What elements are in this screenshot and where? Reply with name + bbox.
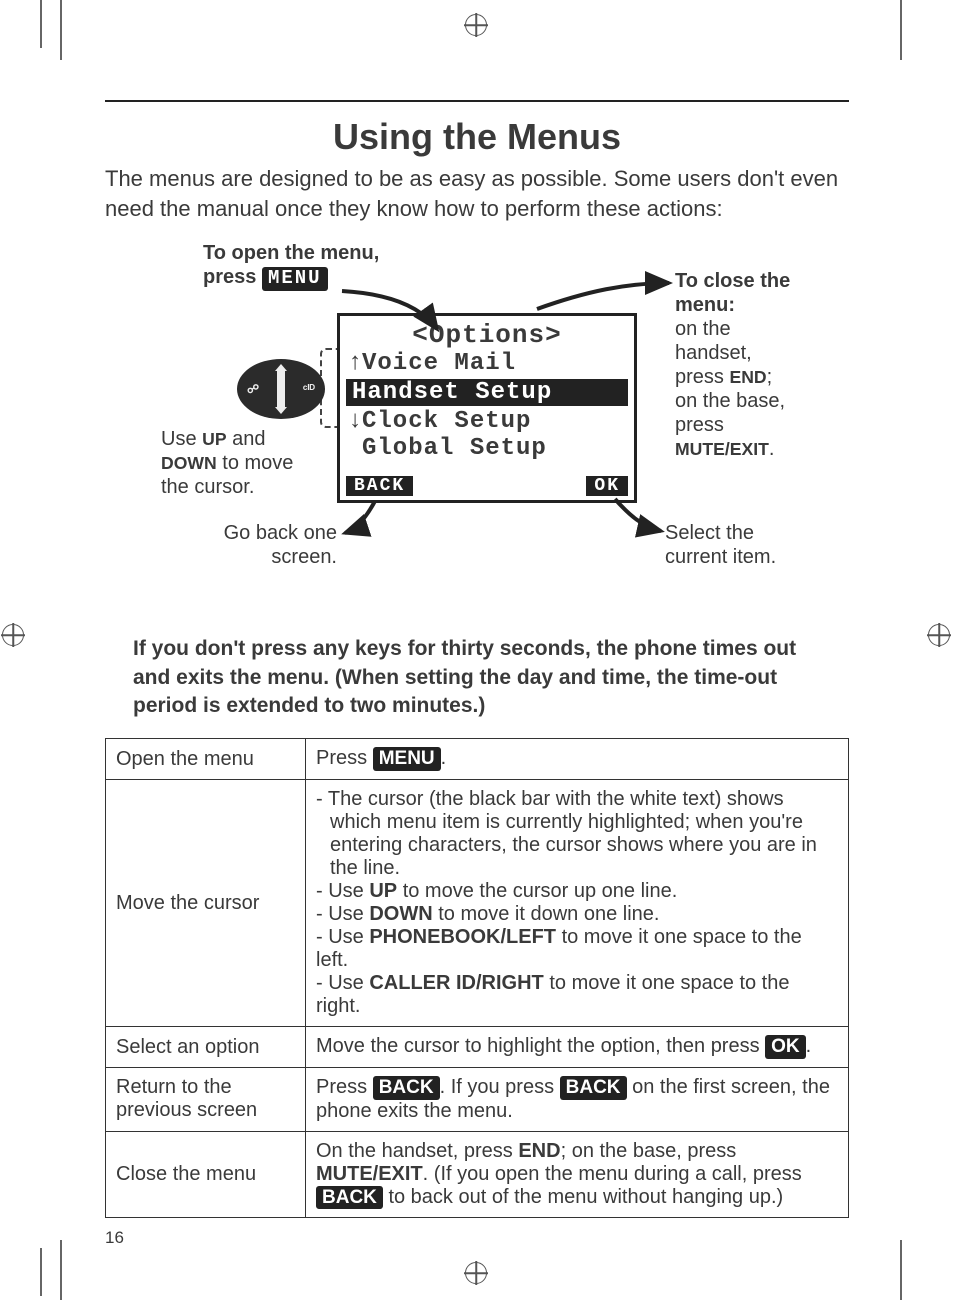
- open-menu-line1: To open the menu,: [203, 241, 379, 265]
- cell-move-cursor: Move the cursor: [106, 780, 306, 1027]
- table-row: Select an option Move the cursor to high…: [106, 1027, 849, 1068]
- text: On the handset, press: [316, 1140, 518, 1162]
- mute-exit-key: MUTE/EXIT: [675, 439, 769, 459]
- table-row: Open the menu Press MENU.: [106, 739, 849, 780]
- close-menu-body2: handset,: [675, 341, 835, 365]
- text: to move the cursor up one line.: [397, 880, 677, 902]
- text: ; on the base, press: [561, 1140, 737, 1162]
- text: - Use: [316, 880, 369, 902]
- page-title: Using the Menus: [105, 100, 849, 158]
- open-menu-press: press: [203, 266, 256, 288]
- cell-select-option-desc: Move the cursor to highlight the option,…: [306, 1027, 849, 1068]
- menu-actions-table: Open the menu Press MENU. Move the curso…: [105, 738, 849, 1218]
- up-key: UP: [202, 429, 226, 449]
- end-key: END: [518, 1140, 560, 1162]
- lcd-softkey-ok: OK: [586, 476, 628, 496]
- up-key: UP: [369, 880, 397, 902]
- text: . If you press: [440, 1076, 560, 1098]
- close-menu-body6-suffix: .: [769, 438, 775, 460]
- lcd-screen: <Options> ↑Voice Mail Handset Setup ↓Clo…: [337, 313, 637, 503]
- text: - Use: [316, 972, 369, 994]
- updown-prefix: Use: [161, 428, 202, 450]
- back-btn: BACK: [560, 1076, 627, 1100]
- cell-move-cursor-desc: - The cursor (the black bar with the whi…: [306, 780, 849, 1027]
- page-number: 16: [105, 1228, 849, 1248]
- table-row: Close the menu On the handset, press END…: [106, 1131, 849, 1218]
- close-menu-body5: press: [675, 413, 835, 437]
- text: . (If you open the menu during a call, p…: [423, 1163, 802, 1185]
- close-menu-body4: on the base,: [675, 389, 835, 413]
- end-key: END: [729, 367, 766, 387]
- text: previous screen: [116, 1099, 295, 1122]
- menu-diagram: To open the menu, press MENU To close th…: [117, 241, 837, 611]
- text: - Use: [316, 926, 369, 948]
- cell-return-prev: Return to the previous screen: [106, 1067, 306, 1131]
- select-line1: Select the: [665, 521, 825, 545]
- lcd-softkey-back: BACK: [346, 476, 413, 496]
- close-menu-line1: To close the: [675, 270, 790, 292]
- cell-close-menu-desc: On the handset, press END; on the base, …: [306, 1131, 849, 1218]
- cell-select-option: Select an option: [106, 1027, 306, 1068]
- text: Move the cursor to highlight the option,…: [316, 1035, 765, 1057]
- cell-close-menu: Close the menu: [106, 1131, 306, 1218]
- updown-suffix2: the cursor.: [161, 475, 336, 499]
- close-menu-body1: on the: [675, 317, 835, 341]
- text: to move it down one line.: [433, 903, 660, 925]
- menu-btn: MENU: [373, 747, 441, 771]
- lcd-title: <Options>: [340, 316, 634, 350]
- updown-mid: and: [227, 428, 266, 450]
- text: to back out of the menu without hanging …: [383, 1186, 783, 1208]
- lcd-row4: Global Setup: [362, 435, 547, 462]
- callerid-right-key: CALLER ID/RIGHT: [369, 972, 543, 994]
- down-key: DOWN: [369, 903, 432, 925]
- down-key: DOWN: [161, 453, 217, 473]
- mute-exit-key: MUTE/EXIT: [316, 1163, 423, 1185]
- cell-open-menu: Open the menu: [106, 739, 306, 780]
- dpad-icon: ☍ ᶜᴵᴰ: [237, 359, 325, 419]
- lcd-row3: Clock Setup: [362, 408, 531, 435]
- cell-return-prev-desc: Press BACK. If you press BACK on the fir…: [306, 1067, 849, 1131]
- close-menu-body3-suffix: ;: [767, 366, 773, 388]
- phonebook-left-key: PHONEBOOK/LEFT: [369, 926, 556, 948]
- lcd-highlight-row: Handset Setup: [346, 379, 628, 406]
- timeout-note: If you don't press any keys for thirty s…: [133, 635, 849, 720]
- ok-btn: OK: [765, 1035, 806, 1059]
- table-row: Return to the previous screen Press BACK…: [106, 1067, 849, 1131]
- cell-open-menu-desc: Press MENU.: [306, 739, 849, 780]
- close-menu-body3-prefix: press: [675, 366, 729, 388]
- lcd-row1: Voice Mail: [362, 350, 516, 377]
- text: .: [441, 747, 447, 769]
- updown-suffix1: to move: [217, 452, 294, 474]
- intro-text: The menus are designed to be as easy as …: [105, 164, 849, 223]
- go-back-line1: Go back one: [197, 521, 337, 545]
- menu-key-label: MENU: [262, 267, 328, 291]
- back-btn: BACK: [373, 1076, 440, 1100]
- select-line2: current item.: [665, 545, 825, 569]
- table-row: Move the cursor - The cursor (the black …: [106, 780, 849, 1027]
- go-back-line2: screen.: [197, 545, 337, 569]
- text: - Use: [316, 903, 369, 925]
- text: Press: [316, 1076, 373, 1098]
- text: .: [806, 1035, 812, 1057]
- close-menu-line2: menu:: [675, 294, 735, 316]
- text: Return to the: [116, 1076, 295, 1099]
- back-btn: BACK: [316, 1186, 383, 1210]
- text: Press: [316, 747, 373, 769]
- bullet: - The cursor (the black bar with the whi…: [316, 788, 838, 880]
